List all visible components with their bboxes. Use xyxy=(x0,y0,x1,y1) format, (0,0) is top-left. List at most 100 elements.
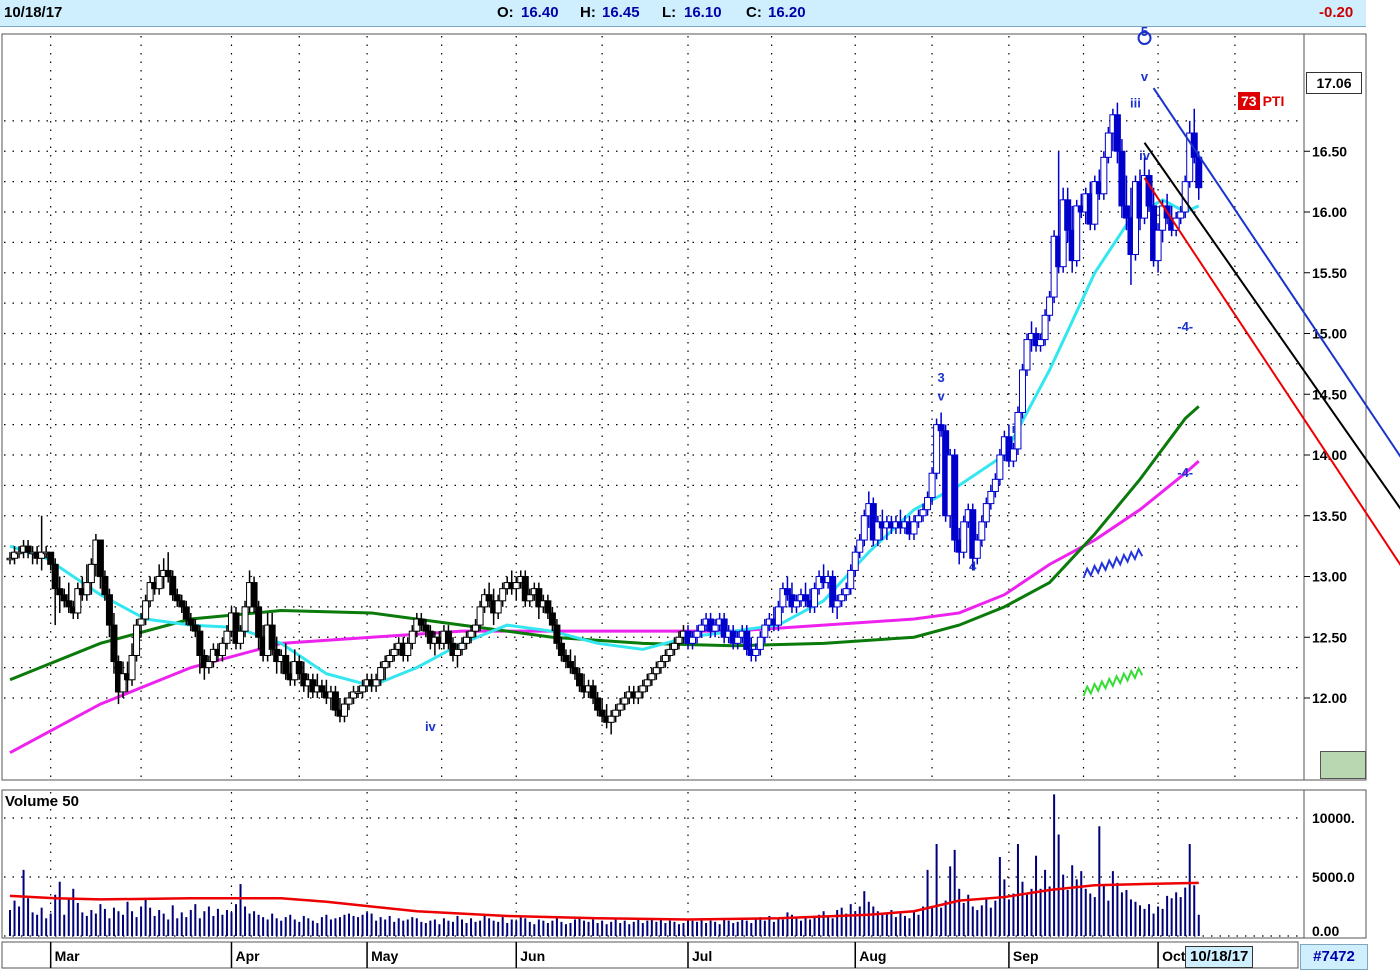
candle-body xyxy=(1041,314,1049,341)
wave-label: i xyxy=(1012,421,1016,436)
price-tick-label: 12.00 xyxy=(1312,690,1347,706)
month-label: Aug xyxy=(859,948,886,964)
candle-body xyxy=(1113,114,1121,152)
candle-body xyxy=(792,600,800,608)
candle-body xyxy=(1195,156,1203,189)
candle-body xyxy=(743,630,751,650)
candle-body xyxy=(607,715,615,723)
candle-body xyxy=(842,588,850,596)
candle-body xyxy=(512,582,520,590)
candle-body xyxy=(404,642,412,656)
candle-body xyxy=(761,624,769,638)
candle-body xyxy=(1122,205,1130,219)
month-label: Apr xyxy=(235,948,260,964)
price-tick-label: 14.00 xyxy=(1312,447,1347,463)
candle-body xyxy=(856,539,864,553)
candle-body xyxy=(96,539,104,577)
candle-body xyxy=(960,521,968,553)
month-label: May xyxy=(371,948,398,964)
month-label: Sep xyxy=(1013,948,1039,964)
last-price-badge: 17.06 xyxy=(1306,72,1362,94)
candle-body xyxy=(155,576,163,590)
candle-body xyxy=(223,630,231,644)
candle-body xyxy=(693,630,701,638)
candle-body xyxy=(571,667,579,675)
candle-body xyxy=(562,654,570,663)
candle-body xyxy=(476,606,484,626)
candle-body xyxy=(566,661,574,669)
price-tick-label: 13.00 xyxy=(1312,569,1347,585)
candle-body xyxy=(621,697,629,705)
candle-body xyxy=(991,478,999,492)
candle-body xyxy=(526,594,534,602)
candle-body xyxy=(381,661,389,669)
candle-body xyxy=(282,654,290,675)
chart-id-badge[interactable]: #7472 xyxy=(1300,944,1368,970)
candle-body xyxy=(1073,205,1081,262)
candle-body xyxy=(164,569,172,577)
wave-label: -4- xyxy=(1177,319,1193,334)
candle-body xyxy=(987,490,995,505)
candle-body xyxy=(1154,229,1162,262)
candle-body xyxy=(752,648,760,656)
candle-body xyxy=(372,679,380,687)
candle-body xyxy=(928,472,936,499)
candle-body xyxy=(982,503,990,523)
candle-body xyxy=(377,667,385,681)
candle-body xyxy=(499,588,507,602)
wave-label: v xyxy=(938,388,946,403)
volume-pane-frame xyxy=(1,789,1367,939)
candle-body xyxy=(87,563,95,584)
wave-label: iii xyxy=(1130,96,1141,111)
candle-body xyxy=(187,618,195,626)
candle-body xyxy=(1014,411,1022,450)
candle-body xyxy=(345,697,353,705)
candle-body xyxy=(847,569,855,590)
candle-body xyxy=(458,642,466,650)
candle-body xyxy=(422,624,430,632)
candle-body xyxy=(661,654,669,663)
wave-label: 3 xyxy=(938,370,945,385)
candle-body xyxy=(173,594,181,602)
candle-body xyxy=(648,673,656,681)
wave-label: iv xyxy=(1139,148,1151,163)
pti-label: PTI xyxy=(1262,93,1285,109)
candle-body xyxy=(65,600,73,608)
candle-body xyxy=(237,630,245,644)
wave-label: -4- xyxy=(1177,465,1193,480)
price-tick-label: 12.50 xyxy=(1312,629,1347,645)
candle-body xyxy=(774,606,782,626)
candle-body xyxy=(634,691,642,699)
price-tick-label: 13.50 xyxy=(1312,508,1347,524)
candle-body xyxy=(485,594,493,602)
candle-body xyxy=(60,594,68,602)
candle-body xyxy=(1023,339,1031,371)
chart-thumbnail-icon[interactable] xyxy=(1320,751,1366,779)
month-label: Oct xyxy=(1162,948,1186,964)
month-label: Jun xyxy=(520,948,545,964)
candle-body xyxy=(996,454,1004,480)
candle-body xyxy=(802,594,810,602)
candle-body xyxy=(105,594,113,626)
candle-body xyxy=(359,685,367,693)
price-chart[interactable]: Mar Apr May Jun Jul Aug Sep Oct 12.00 12.50 13.00 1… xyxy=(0,0,1400,970)
candle-body xyxy=(340,703,348,717)
candle-body xyxy=(182,606,190,620)
price-tick-label: 16.50 xyxy=(1312,143,1347,159)
candle-body xyxy=(268,624,276,650)
pti-badge: 73 PTI xyxy=(1238,92,1285,113)
candle-body xyxy=(1118,150,1126,207)
candle-body xyxy=(390,648,398,656)
current-date-badge: 10/18/17 xyxy=(1185,946,1254,968)
candle-body xyxy=(444,630,452,644)
candle-body xyxy=(689,636,697,644)
candle-body xyxy=(1100,156,1108,195)
candle-body xyxy=(83,582,91,596)
candle-body xyxy=(557,642,565,656)
price-tick-label: 16.00 xyxy=(1312,204,1347,220)
volume-tick-label: 10000. xyxy=(1312,810,1355,826)
candle-body xyxy=(910,521,918,535)
candle-body xyxy=(811,588,819,608)
candle-body xyxy=(951,454,959,541)
candle-body xyxy=(860,515,868,541)
